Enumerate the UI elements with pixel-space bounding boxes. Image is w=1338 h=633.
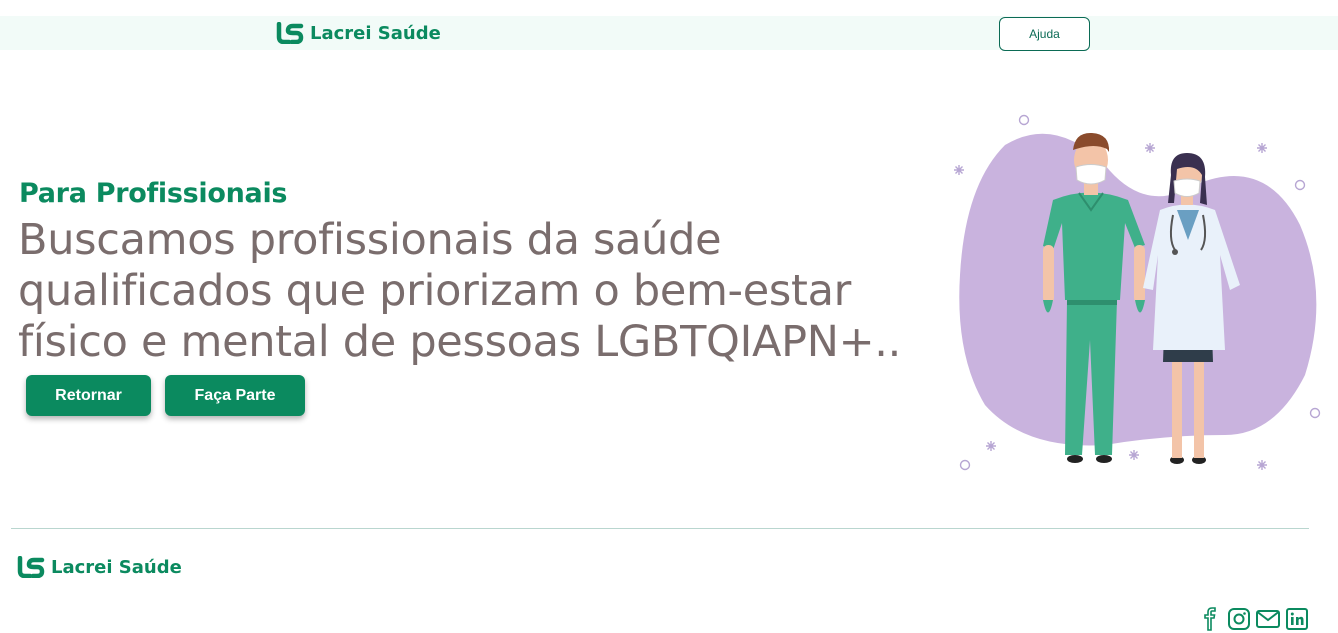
brand-logo[interactable]: Lacrei Saúde — [276, 22, 441, 44]
lacrei-logo-icon — [276, 22, 304, 44]
social-links — [1198, 607, 1309, 631]
back-button[interactable]: Retornar — [26, 375, 151, 416]
footer-divider — [11, 528, 1309, 529]
facebook-icon[interactable] — [1198, 607, 1222, 631]
section-kicker: Para Profissionais — [19, 178, 288, 209]
deco-star — [1257, 143, 1267, 153]
instagram-icon[interactable] — [1227, 607, 1251, 631]
deco-circle — [1294, 179, 1306, 191]
linkedin-icon[interactable] — [1285, 607, 1309, 631]
lacrei-logo-icon — [17, 556, 45, 578]
deco-star — [954, 165, 964, 175]
health-professionals-illustration — [954, 114, 1321, 471]
deco-star — [1129, 450, 1139, 460]
mail-icon[interactable] — [1256, 607, 1280, 631]
help-button[interactable]: Ajuda — [999, 17, 1090, 51]
deco-circle — [1018, 114, 1030, 126]
footer-brand-name: Lacrei Saúde — [51, 556, 182, 578]
top-navbar — [0, 16, 1338, 50]
footer-brand-logo[interactable]: Lacrei Saúde — [17, 556, 182, 578]
deco-star — [1257, 460, 1267, 470]
join-button[interactable]: Faça Parte — [165, 375, 305, 416]
brand-name: Lacrei Saúde — [310, 22, 441, 44]
deco-circle — [959, 459, 971, 471]
deco-star — [1145, 143, 1155, 153]
deco-star — [986, 441, 996, 451]
deco-circle — [1309, 407, 1321, 419]
hero-headline: Buscamos profissionais da saúde qualific… — [18, 215, 902, 367]
